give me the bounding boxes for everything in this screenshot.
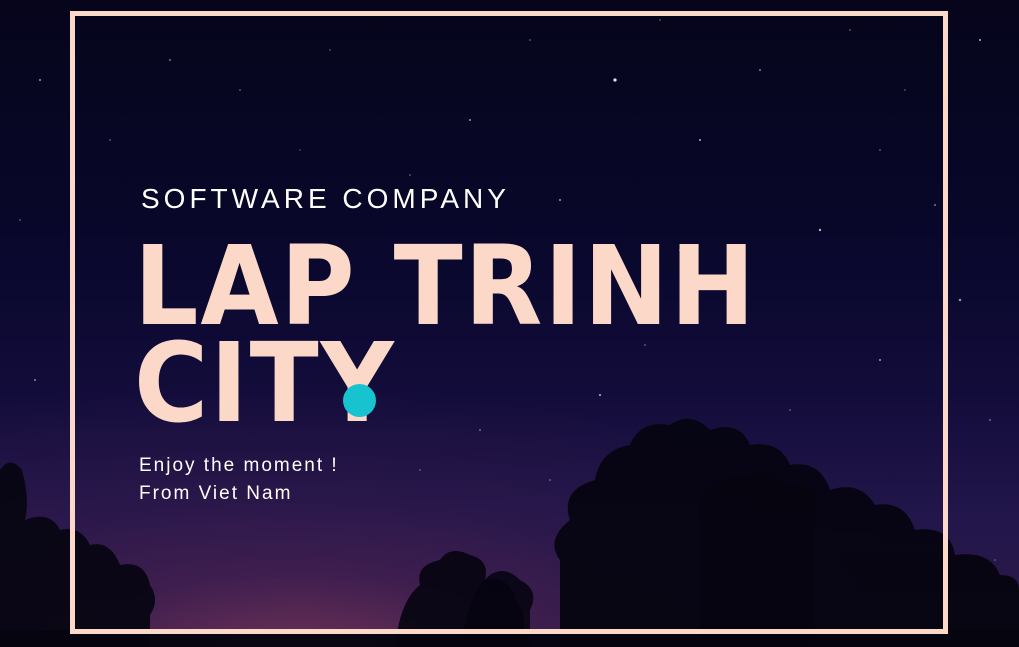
- tagline-line1: Enjoy the moment !: [139, 455, 339, 476]
- hero-title-line2: CITY: [134, 319, 396, 447]
- company-type-label: SOFTWARE COMPANY: [141, 183, 510, 214]
- tagline-line2: From Viet Nam: [139, 483, 293, 504]
- hero-section: SOFTWARE COMPANY LAP TRINH CITY Enjoy th…: [0, 0, 1019, 647]
- teal-dot-icon: [343, 384, 376, 417]
